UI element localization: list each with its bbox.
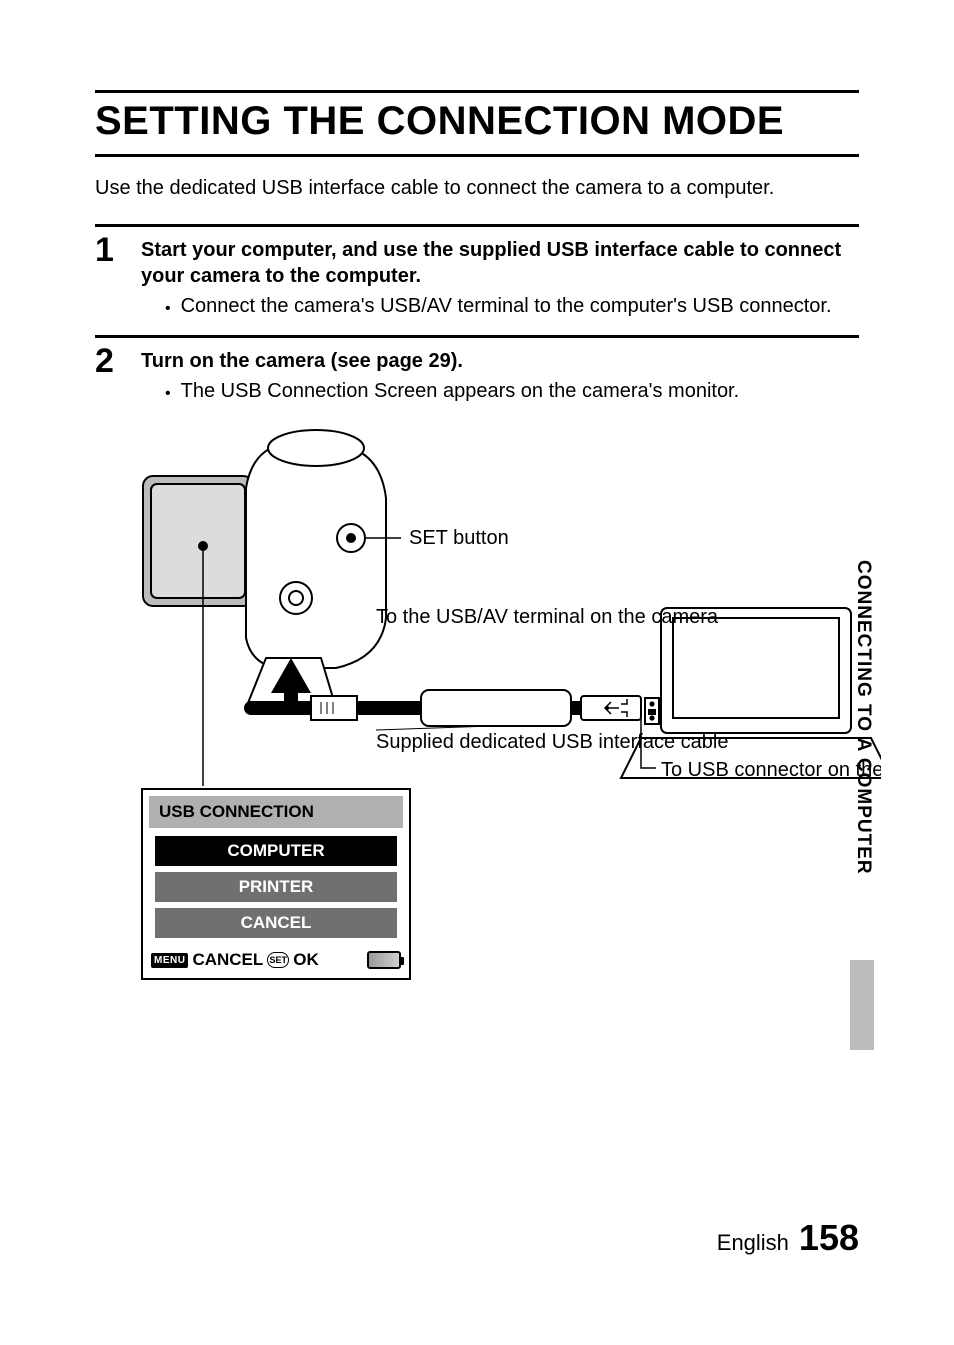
footer-language: English <box>717 1230 789 1256</box>
menu-footer-cancel: CANCEL <box>192 950 263 970</box>
step-number: 1 <box>95 233 123 319</box>
bullet-dot-icon <box>165 293 171 319</box>
label-set-button: SET button <box>409 527 509 549</box>
bullet-text: Connect the camera's USB/AV terminal to … <box>181 293 832 319</box>
step-heading: Start your computer, and use the supplie… <box>141 237 859 289</box>
label-usb-av-terminal-line1: To the USB/AV terminal on the camera <box>376 606 719 628</box>
footer-page-number: 158 <box>799 1217 859 1259</box>
step-body: Start your computer, and use the supplie… <box>141 233 859 319</box>
label-cable: Supplied dedicated USB interface cable <box>376 731 728 753</box>
step-1: 1 Start your computer, and use the suppl… <box>95 224 859 319</box>
step-body: Turn on the camera (see page 29). The US… <box>141 344 881 998</box>
step-2: 2 Turn on the camera (see page 29). The … <box>95 335 859 998</box>
menu-footer: MENU CANCEL SET OK <box>149 944 403 972</box>
step-heading: Turn on the camera (see page 29). <box>141 348 881 374</box>
step-number: 2 <box>95 344 123 998</box>
menu-item-printer[interactable]: PRINTER <box>155 872 397 902</box>
camera-icon <box>143 430 386 708</box>
intro-text: Use the dedicated USB interface cable to… <box>95 175 859 202</box>
bullet-dot-icon <box>165 378 171 404</box>
page-title: SETTING THE CONNECTION MODE <box>95 99 859 144</box>
usb-connection-menu: USB CONNECTION COMPUTER PRINTER CANCEL M… <box>141 788 411 980</box>
menu-title: USB CONNECTION <box>149 796 403 828</box>
menu-item-cancel[interactable]: CANCEL <box>155 908 397 938</box>
battery-icon <box>367 951 401 969</box>
bullet-text: The USB Connection Screen appears on the… <box>181 378 740 404</box>
connection-diagram: SET button <box>121 418 881 998</box>
manual-page: SETTING THE CONNECTION MODE Use the dedi… <box>0 0 954 1345</box>
label-to-computer: To USB connector on the computer <box>661 759 881 781</box>
menu-footer-ok: OK <box>293 950 319 970</box>
step-bullet: The USB Connection Screen appears on the… <box>141 378 881 404</box>
title-rule-box: SETTING THE CONNECTION MODE <box>95 90 859 157</box>
menu-item-computer[interactable]: COMPUTER <box>155 836 397 866</box>
step-bullet: Connect the camera's USB/AV terminal to … <box>141 293 859 319</box>
menu-tag-icon: MENU <box>151 953 188 968</box>
section-tab-marker <box>850 960 874 1050</box>
page-footer: English 158 <box>717 1217 859 1259</box>
set-tag-icon: SET <box>267 952 289 968</box>
section-tab: CONNECTING TO A COMPUTER <box>852 560 874 875</box>
